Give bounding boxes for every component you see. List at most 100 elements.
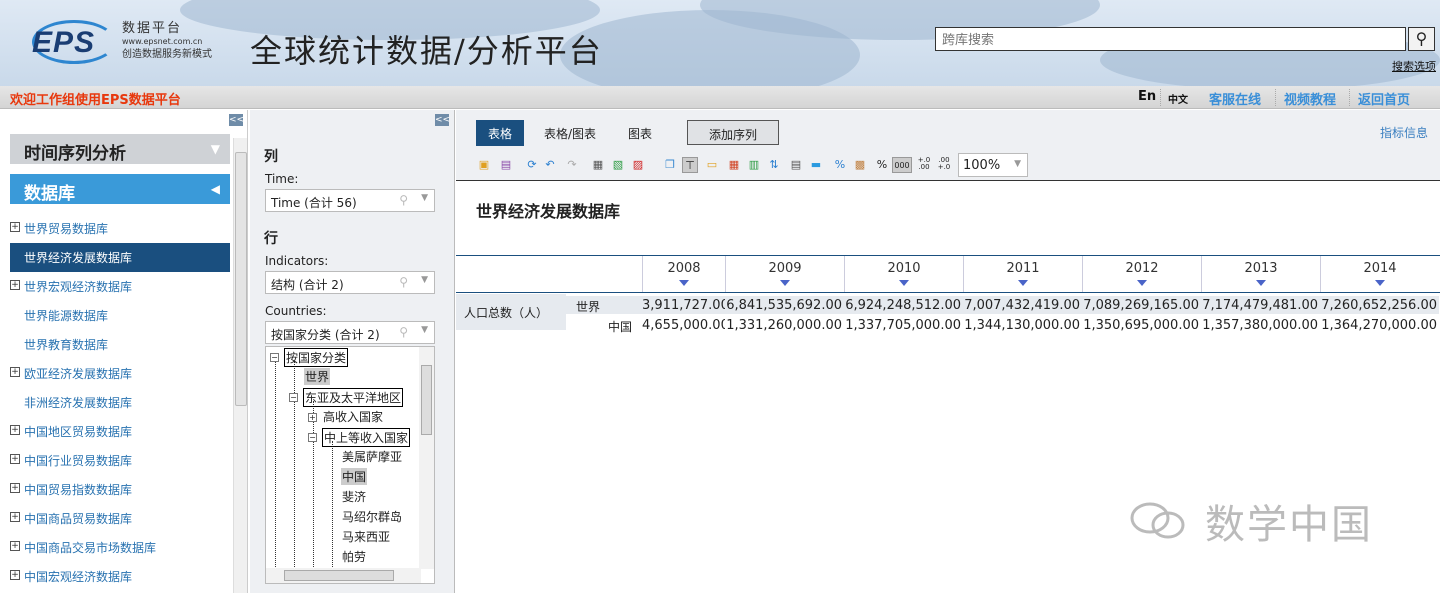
- sidebar-item[interactable]: 世界能源数据库: [10, 301, 230, 330]
- search-input[interactable]: [935, 27, 1406, 51]
- expand-icon[interactable]: +: [10, 541, 20, 551]
- expand-icon[interactable]: +: [10, 367, 20, 377]
- sort-triangle-icon[interactable]: [899, 280, 909, 286]
- tree-node[interactable]: 按国家分类: [284, 348, 349, 367]
- customer-service-link[interactable]: 客服在线: [1209, 89, 1261, 108]
- add-series-button[interactable]: 添加序列: [687, 120, 779, 145]
- year-header[interactable]: 2014: [1320, 256, 1439, 292]
- layout-icon[interactable]: ▭: [704, 157, 720, 173]
- tree-node[interactable]: 美属萨摩亚: [341, 448, 403, 465]
- tree-vertical-scrollbar[interactable]: [419, 347, 434, 569]
- table-cell[interactable]: 6,841,535,692.00: [725, 296, 844, 314]
- sort-triangle-icon[interactable]: [679, 280, 689, 286]
- home-link[interactable]: 返回首页: [1358, 89, 1410, 108]
- table-cell[interactable]: 3,911,727.00: [642, 296, 725, 314]
- sidebar-item[interactable]: 世界经济发展数据库: [10, 243, 230, 272]
- thousands-separator-button[interactable]: 000: [892, 157, 912, 173]
- tab-table[interactable]: 表格: [476, 120, 525, 146]
- tab-table-chart[interactable]: 表格/图表: [532, 120, 608, 146]
- sidebar-item[interactable]: + 世界贸易数据库: [10, 214, 230, 243]
- sort-triangle-icon[interactable]: [1256, 280, 1266, 286]
- sort-triangle-icon[interactable]: [1137, 280, 1147, 286]
- collapse-node-icon[interactable]: −: [308, 433, 317, 442]
- year-header[interactable]: 2010: [844, 256, 963, 292]
- percent-calc-icon[interactable]: %: [832, 157, 848, 173]
- tab-chart[interactable]: 图表: [616, 120, 664, 146]
- sidebar-item[interactable]: + 中国贸易指数数据库: [10, 475, 230, 504]
- print-icon[interactable]: ▦: [590, 157, 606, 173]
- table-cell[interactable]: 1,337,705,000.00: [844, 316, 963, 334]
- undo-icon[interactable]: ↶: [542, 157, 558, 173]
- year-header[interactable]: 2012: [1082, 256, 1201, 292]
- percent-button[interactable]: %: [874, 157, 890, 173]
- search-options-link[interactable]: 搜索选项: [1392, 58, 1436, 74]
- video-tutorial-link[interactable]: 视频教程: [1284, 89, 1336, 108]
- sidebar-item[interactable]: + 欧亚经济发展数据库: [10, 359, 230, 388]
- search-button[interactable]: ⚲: [1408, 27, 1435, 51]
- sidebar-item[interactable]: + 中国宏观经济数据库: [10, 562, 230, 591]
- export-pdf-icon[interactable]: ▨: [630, 157, 646, 173]
- lang-zh[interactable]: 中文: [1168, 91, 1188, 106]
- calendar-icon[interactable]: ▤: [788, 157, 804, 173]
- filter-icon[interactable]: ⊤: [682, 157, 698, 173]
- decrease-decimal-button[interactable]: .00 +.0: [936, 157, 952, 173]
- expand-icon[interactable]: +: [10, 425, 20, 435]
- tree-node[interactable]: 斐济: [341, 488, 367, 505]
- grid-icon[interactable]: ▦: [726, 157, 742, 173]
- refresh-icon[interactable]: ⟳: [524, 157, 540, 173]
- table-cell[interactable]: 6,924,248,512.00: [844, 296, 963, 314]
- sort-triangle-icon[interactable]: [1375, 280, 1385, 286]
- freeze-icon[interactable]: ▬: [808, 157, 824, 173]
- sort-triangle-icon[interactable]: [780, 280, 790, 286]
- year-header[interactable]: 2013: [1201, 256, 1320, 292]
- indicator-info-link[interactable]: 指标信息: [1380, 124, 1428, 141]
- sidebar-item[interactable]: + 世界宏观经济数据库: [10, 272, 230, 301]
- table-cell[interactable]: 1,357,380,000.00: [1201, 316, 1320, 334]
- time-select[interactable]: Time (合计 56) ⚲ ▼: [265, 189, 435, 212]
- table-cell[interactable]: 7,089,269,165.00: [1082, 296, 1201, 314]
- tree-node[interactable]: 中上等收入国家: [322, 428, 411, 447]
- sidebar-item[interactable]: 世界教育数据库: [10, 330, 230, 359]
- expand-node-icon[interactable]: +: [308, 413, 317, 422]
- table-cell[interactable]: 7,174,479,481.00: [1201, 296, 1320, 314]
- section-database[interactable]: 数据库 ◀: [10, 174, 230, 204]
- columns-icon[interactable]: ▥: [746, 157, 762, 173]
- tree-node[interactable]: 高收入国家: [322, 408, 384, 425]
- year-header[interactable]: 2008: [642, 256, 725, 292]
- collapse-node-icon[interactable]: −: [270, 353, 279, 362]
- sidebar-item[interactable]: + 中国行业贸易数据库: [10, 446, 230, 475]
- tree-node[interactable]: 中国: [341, 468, 368, 485]
- copy-icon[interactable]: ❐: [662, 157, 678, 173]
- save-icon[interactable]: ▤: [498, 157, 514, 173]
- table-cell[interactable]: 7,260,652,256.00: [1320, 296, 1439, 314]
- countries-select[interactable]: 按国家分类 (合计 2) ⚲ ▼: [265, 321, 435, 344]
- table-cell[interactable]: 1,364,270,000.00: [1320, 316, 1439, 334]
- table-cell[interactable]: 7,007,432,419.00: [963, 296, 1082, 314]
- sort-icon[interactable]: ⇅: [766, 157, 782, 173]
- expand-icon[interactable]: +: [10, 483, 20, 493]
- export-excel-icon[interactable]: ▧: [610, 157, 626, 173]
- expand-icon[interactable]: +: [10, 512, 20, 522]
- section-time-series[interactable]: 时间序列分析 ▼: [10, 134, 230, 164]
- table-cell[interactable]: 1,344,130,000.00: [963, 316, 1082, 334]
- sidebar-item[interactable]: 非洲经济发展数据库: [10, 388, 230, 417]
- calculator-icon[interactable]: ▩: [852, 157, 868, 173]
- collapse-sidebar-button[interactable]: <<: [229, 114, 244, 126]
- sidebar-item[interactable]: + 中国商品贸易数据库: [10, 504, 230, 533]
- collapse-node-icon[interactable]: −: [289, 393, 298, 402]
- expand-icon[interactable]: +: [10, 454, 20, 464]
- redo-icon[interactable]: ↷: [564, 157, 580, 173]
- tree-node[interactable]: 世界: [304, 368, 331, 385]
- sort-triangle-icon[interactable]: [1018, 280, 1028, 286]
- expand-icon[interactable]: +: [10, 570, 20, 580]
- year-header[interactable]: 2009: [725, 256, 844, 292]
- increase-decimal-button[interactable]: +.0 .00: [916, 157, 932, 173]
- eps-logo[interactable]: EPS: [28, 18, 118, 66]
- expand-icon[interactable]: +: [10, 222, 20, 232]
- table-cell[interactable]: 1,331,260,000.00: [725, 316, 844, 334]
- sidebar-item[interactable]: + 中国地区贸易数据库: [10, 417, 230, 446]
- tree-node[interactable]: 马绍尔群岛: [341, 508, 403, 525]
- tree-node[interactable]: 帕劳: [341, 548, 367, 565]
- sidebar-item[interactable]: + 中国商品交易市场数据库: [10, 533, 230, 562]
- tree-node[interactable]: 马来西亚: [341, 528, 391, 545]
